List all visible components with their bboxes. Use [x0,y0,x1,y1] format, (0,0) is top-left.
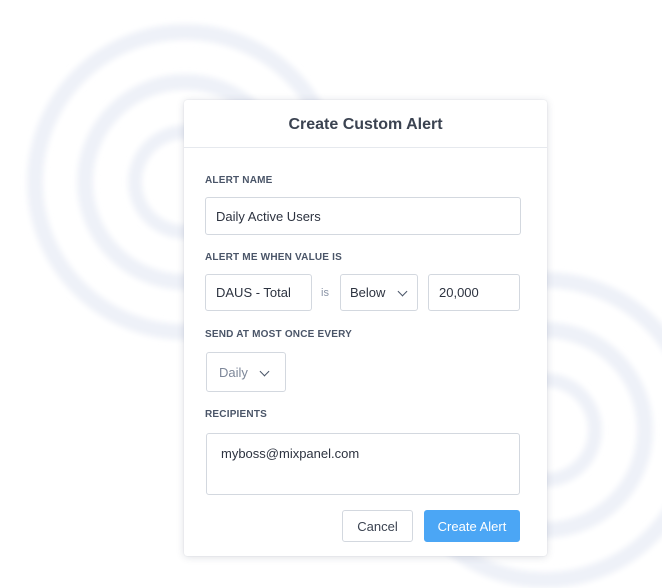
chevron-down-icon [259,366,270,377]
metric-value: DAUS - Total [216,285,291,300]
frequency-select[interactable]: Daily [206,352,286,392]
frequency-value: Daily [219,364,248,380]
frequency-label: SEND AT MOST ONCE EVERY [205,329,353,340]
threshold-value: 20,000 [439,285,479,300]
alert-name-value: Daily Active Users [216,208,321,224]
threshold-input[interactable]: 20,000 [428,274,520,311]
alert-name-input[interactable]: Daily Active Users [205,197,521,235]
is-text: is [321,287,329,299]
metric-select[interactable]: DAUS - Total [205,274,312,311]
page-background: Create Custom Alert ALERT NAME Daily Act… [0,0,662,588]
comparator-value: Below [350,285,386,300]
create-alert-dialog: Create Custom Alert ALERT NAME Daily Act… [184,100,547,556]
dialog-title: Create Custom Alert [288,115,443,133]
condition-label: ALERT ME WHEN VALUE IS [205,252,342,263]
create-alert-button[interactable]: Create Alert [424,510,520,542]
dialog-header: Create Custom Alert [184,100,547,148]
cancel-button[interactable]: Cancel [342,510,413,542]
alert-name-label: ALERT NAME [205,175,273,186]
recipients-value: myboss@mixpanel.com [221,446,360,461]
comparator-select[interactable]: Below [340,274,418,311]
recipients-label: RECIPIENTS [205,409,268,420]
recipients-textarea[interactable]: myboss@mixpanel.com [206,433,520,495]
chevron-down-icon [397,286,408,297]
